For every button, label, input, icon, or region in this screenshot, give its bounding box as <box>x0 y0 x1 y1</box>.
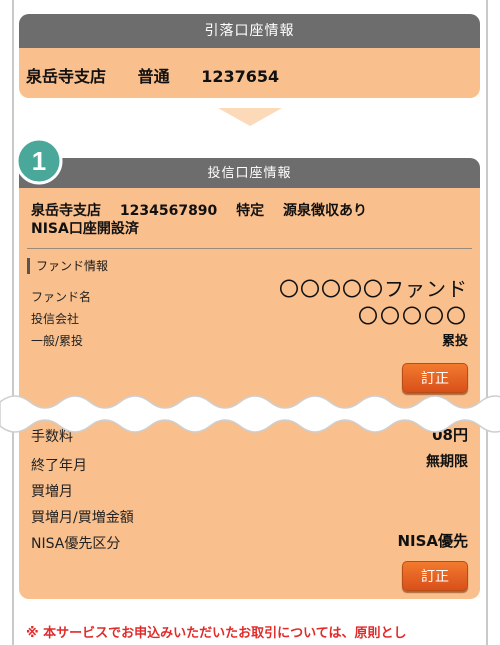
debit-account-number: 1237654 <box>201 67 280 86</box>
investment-account-number: 1234567890 <box>119 203 218 219</box>
fund-name-label: ファンド名 <box>31 290 92 304</box>
debit-branch: 泉岳寺支店 <box>26 67 107 86</box>
investment-account-header: 投信口座情報 <box>19 158 480 188</box>
debit-account-card: 引落口座情報 泉岳寺支店 普通 1237654 <box>19 14 480 98</box>
investment-account-summary: 泉岳寺支店 1234567890 特定 源泉徴収あり NISA口座開設済 <box>31 202 381 238</box>
debit-account-row: 泉岳寺支店 普通 1237654 <box>26 63 305 87</box>
company-value: 〇〇〇〇〇 <box>358 304 468 328</box>
investment-withholding: 源泉徴収あり <box>283 203 368 219</box>
fund-name-value: 〇〇〇〇〇ファンド <box>279 277 468 301</box>
fund-info-section-label: ファンド情報 <box>27 258 108 274</box>
section-divider <box>27 248 472 249</box>
edit-details-button[interactable]: 訂正 <box>402 561 468 591</box>
increase-amount-label: 買増月/買増金額 <box>31 510 134 526</box>
down-arrow-icon <box>218 108 282 126</box>
investment-account-card: 投信口座情報 泉岳寺支店 1234567890 特定 源泉徴収あり NISA口座… <box>19 158 480 599</box>
notice-text: ※ 本サービスでお申込みいただいたお取引については、原則とし <box>26 626 407 641</box>
investment-branch: 泉岳寺支店 <box>31 203 101 219</box>
type-value: 累投 <box>441 334 468 349</box>
debit-account-header: 引落口座情報 <box>19 14 480 48</box>
debit-account-type: 普通 <box>137 67 170 86</box>
increase-month-label: 買増月 <box>31 484 73 500</box>
step-badge: 1 <box>15 137 63 185</box>
nisa-priority-label: NISA優先区分 <box>31 536 121 552</box>
end-month-label: 終了年月 <box>31 458 87 474</box>
nisa-priority-value: NISA優先 <box>397 532 468 550</box>
type-label: 一般/累投 <box>31 334 84 348</box>
step-number: 1 <box>32 146 46 176</box>
nisa-status: NISA口座開設済 <box>31 221 139 237</box>
page-break-wave <box>0 395 500 433</box>
end-month-value: 無期限 <box>426 454 468 470</box>
company-label: 投信会社 <box>31 312 80 326</box>
investment-account-kind: 特定 <box>236 203 265 219</box>
